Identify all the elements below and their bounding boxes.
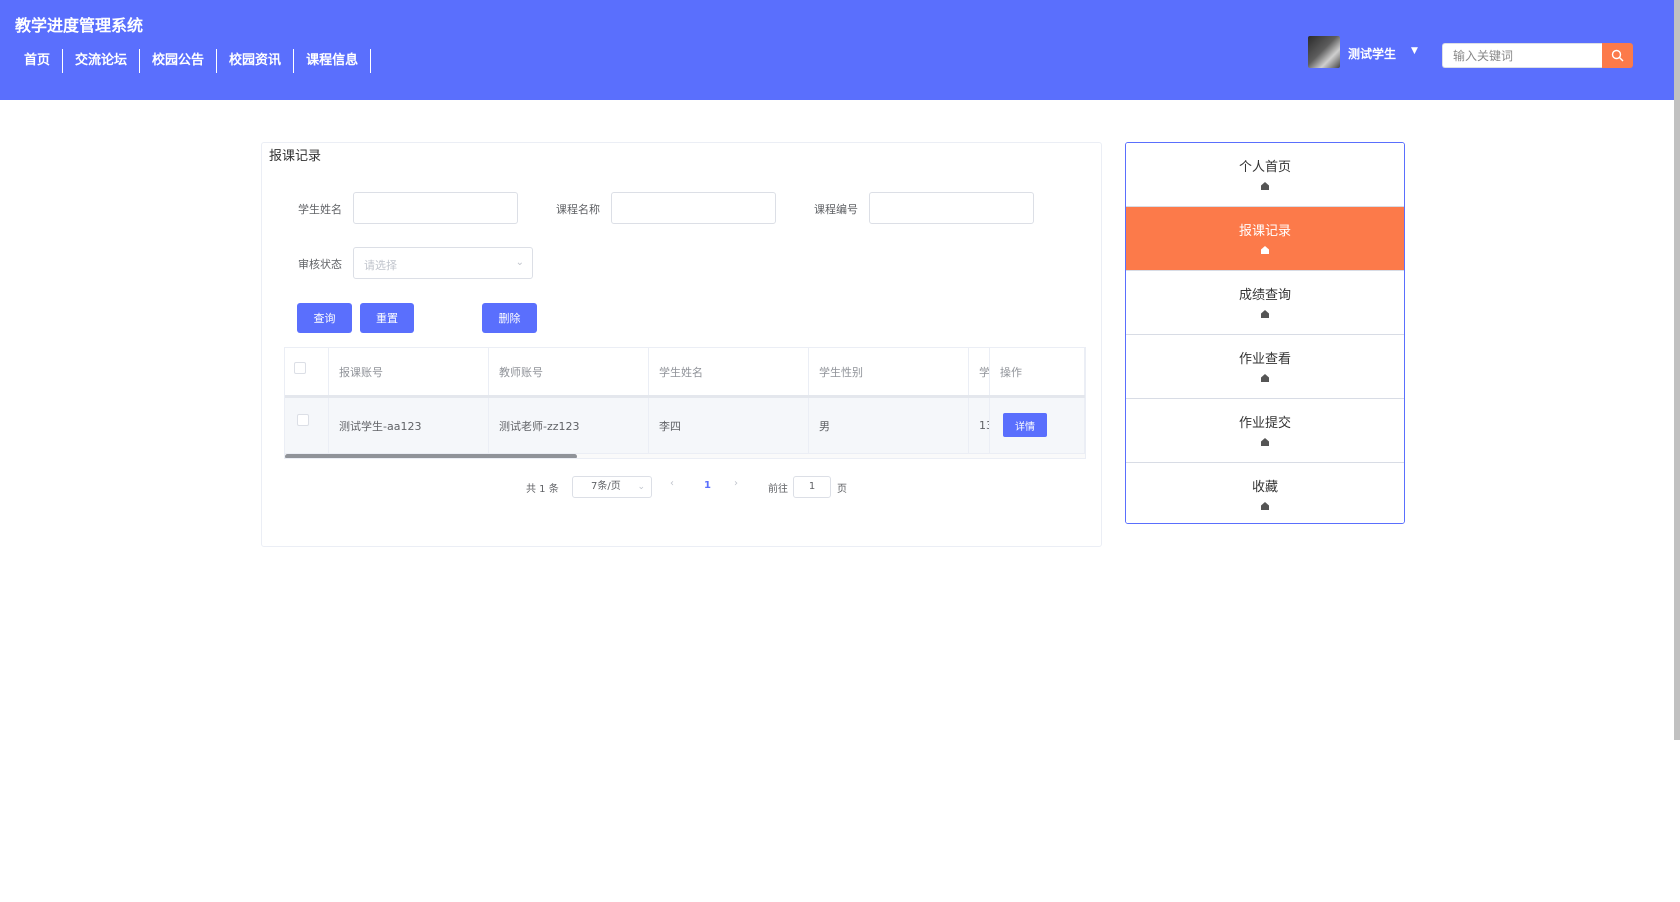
goto-label: 前往 xyxy=(768,484,788,495)
chevron-down-icon: ⌄ xyxy=(637,482,645,492)
app-title: 教学进度管理系统 xyxy=(15,16,144,35)
home-icon xyxy=(1261,374,1269,382)
query-button[interactable]: 查询 xyxy=(297,303,352,333)
audit-status-placeholder: 请选择 xyxy=(364,259,397,272)
partial-cell: 13 xyxy=(979,419,989,432)
caret-down-icon[interactable]: ▼ xyxy=(1411,46,1418,56)
side-menu-label: 作业查看 xyxy=(1238,352,1291,367)
page-number-current[interactable]: 1 xyxy=(704,480,711,491)
page-suffix: 页 xyxy=(837,484,847,495)
row-select-cell xyxy=(285,398,329,453)
home-icon xyxy=(1261,438,1269,446)
page-scrollbar[interactable] xyxy=(1674,0,1680,740)
goto-page-input[interactable]: 1 xyxy=(793,476,831,498)
page-title: 报课记录 xyxy=(269,149,322,164)
side-menu-label: 成绩查询 xyxy=(1238,288,1291,303)
column-header[interactable]: 教师账号 xyxy=(489,348,649,395)
side-menu-label: 报课记录 xyxy=(1238,224,1291,239)
pagination-total: 共 1 条 xyxy=(526,484,559,495)
audit-status-label: 审核状态 xyxy=(298,258,342,271)
column-header[interactable]: 学生姓名 xyxy=(649,348,809,395)
nav-item-news[interactable]: 校园资讯 xyxy=(217,49,295,73)
side-menu-item-homework-submit[interactable]: 作业提交 xyxy=(1126,399,1404,463)
course-no-label: 课程编号 xyxy=(814,203,858,216)
side-menu-label: 收藏 xyxy=(1251,480,1278,495)
page-size-select[interactable]: 7条/页 ⌄ xyxy=(572,476,652,498)
side-menu-item-homework-view[interactable]: 作业查看 xyxy=(1126,335,1404,399)
student-name-cell: 李四 xyxy=(649,398,809,453)
reset-button[interactable]: 重置 xyxy=(360,303,414,333)
chevron-right-icon[interactable]: › xyxy=(734,478,738,489)
table-scrollbar[interactable] xyxy=(285,454,1085,458)
search-input[interactable] xyxy=(1442,43,1602,68)
row-checkbox[interactable] xyxy=(297,414,309,426)
select-all-checkbox[interactable] xyxy=(294,362,306,374)
search-icon xyxy=(1611,49,1624,62)
course-no-field[interactable] xyxy=(869,192,1034,224)
student-name-field[interactable] xyxy=(353,192,518,224)
side-menu-item-profile[interactable]: 个人首页 xyxy=(1126,143,1404,207)
column-header[interactable]: 报课账号 xyxy=(329,348,489,395)
home-icon xyxy=(1261,502,1269,510)
teacher-cell: 测试老师-zz123 xyxy=(489,398,649,453)
nav-item-notice[interactable]: 校园公告 xyxy=(140,49,218,73)
delete-button[interactable]: 删除 xyxy=(482,303,537,333)
nav-item-courses[interactable]: 课程信息 xyxy=(294,49,372,73)
audit-status-select[interactable]: 请选择 ⌄ xyxy=(353,247,533,279)
home-icon xyxy=(1261,246,1269,254)
table-scrollbar-thumb[interactable] xyxy=(285,454,577,458)
column-header[interactable]: 学生性别 xyxy=(809,348,969,395)
top-header: 教学进度管理系统 首页 交流论坛 校园公告 校园资讯 课程信息 测试学生 ▼ xyxy=(0,0,1674,100)
gender-cell: 男 xyxy=(809,398,969,453)
nav-item-home[interactable]: 首页 xyxy=(12,49,64,73)
side-menu-label: 个人首页 xyxy=(1238,160,1291,175)
home-icon xyxy=(1261,182,1269,190)
side-menu-item-favorites[interactable]: 收藏 xyxy=(1126,463,1404,523)
column-header[interactable]: 学 xyxy=(969,348,989,395)
chevron-left-icon[interactable]: ‹ xyxy=(670,478,674,489)
records-table: 报课账号 教师账号 学生姓名 学生性别 学 操作 测试学生-aa123 测试老师… xyxy=(284,347,1086,459)
side-menu: 个人首页 报课记录 成绩查询 作业查看 作业提交 收藏 xyxy=(1125,142,1405,524)
detail-button[interactable]: 详情 xyxy=(1003,413,1047,437)
main-nav: 首页 交流论坛 校园公告 校园资讯 课程信息 xyxy=(12,49,372,73)
side-menu-item-grades[interactable]: 成绩查询 xyxy=(1126,271,1404,335)
student-name-label: 学生姓名 xyxy=(298,203,342,216)
search-button[interactable] xyxy=(1602,43,1633,68)
nav-item-forum[interactable]: 交流论坛 xyxy=(63,49,141,73)
course-name-label: 课程名称 xyxy=(556,203,600,216)
account-cell: 测试学生-aa123 xyxy=(329,398,489,453)
column-header: 操作 xyxy=(989,348,1085,395)
chevron-down-icon: ⌄ xyxy=(515,257,524,268)
course-name-field[interactable] xyxy=(611,192,776,224)
avatar[interactable] xyxy=(1308,36,1340,68)
select-all-cell xyxy=(285,348,329,395)
records-panel: 报课记录 学生姓名 课程名称 课程编号 审核状态 请选择 ⌄ 查询 重置 删除 … xyxy=(261,142,1102,547)
table-row[interactable]: 测试学生-aa123 测试老师-zz123 李四 男 13 详情 xyxy=(285,398,1085,454)
page-size-value: 7条/页 xyxy=(591,481,621,492)
side-menu-item-enrollment[interactable]: 报课记录 xyxy=(1126,207,1404,271)
table-header-row: 报课账号 教师账号 学生姓名 学生性别 学 操作 xyxy=(285,348,1085,398)
user-name[interactable]: 测试学生 xyxy=(1348,45,1396,62)
side-menu-label: 作业提交 xyxy=(1238,416,1291,431)
home-icon xyxy=(1261,310,1269,318)
